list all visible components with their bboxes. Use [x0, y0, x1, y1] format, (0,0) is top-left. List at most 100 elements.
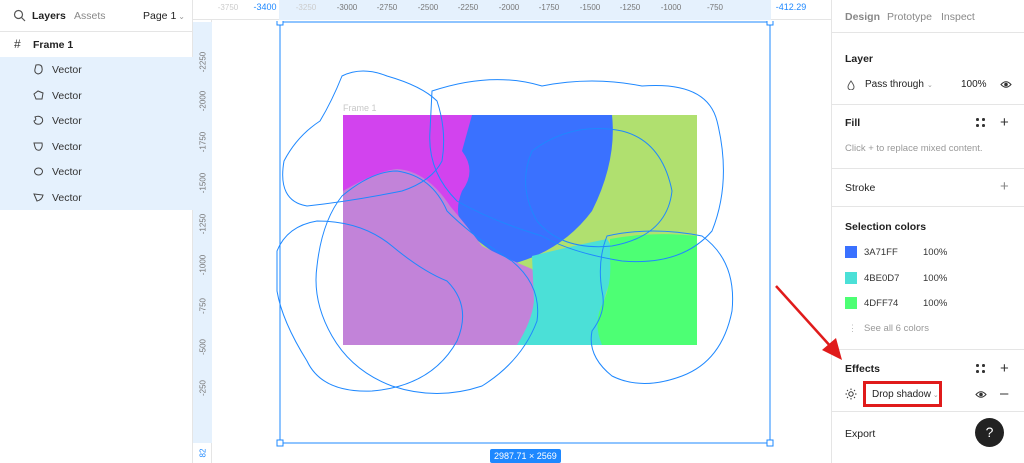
chevron-down-icon: ⌄	[926, 82, 933, 89]
fill-hint-text: Click + to replace mixed content.	[845, 143, 983, 154]
color-hex: 4BE0D7	[864, 273, 900, 284]
ruler-tick: -1250	[198, 213, 208, 235]
ruler-tick: -500	[198, 338, 208, 356]
layer-row-vector[interactable]: Vector	[0, 159, 193, 185]
ruler-tick: -1750	[198, 131, 208, 153]
layer-label: Vector	[52, 140, 82, 153]
color-hex: 3A71FF	[864, 247, 898, 258]
color-hex: 4DFF74	[864, 298, 899, 309]
vertical-ruler: -2250 -2000 -1750 -1500 -1250 -1000 -750…	[193, 20, 212, 463]
color-opacity: 100%	[923, 273, 948, 284]
tab-assets[interactable]: Assets	[74, 10, 106, 22]
ruler-tick: -1000	[660, 3, 682, 12]
chevron-down-icon: ⌄	[178, 12, 185, 21]
frame-1[interactable]	[343, 115, 697, 345]
design-canvas[interactable]: Frame 1 2987.71 × 2569	[212, 21, 831, 463]
layer-row-frame[interactable]: # Frame 1	[0, 33, 193, 57]
search-icon[interactable]	[13, 9, 27, 23]
style-grid-icon[interactable]	[976, 364, 985, 373]
style-grid-icon[interactable]	[976, 118, 985, 127]
layers-panel: Layers Assets Page 1 ⌄ # Frame 1 Vector V…	[0, 0, 193, 463]
resize-handle-bottom-left[interactable]	[276, 439, 284, 447]
selection-size-badge: 2987.71 × 2569	[490, 449, 561, 463]
layer-opacity-input[interactable]: 100%	[961, 79, 987, 90]
ruler-tick-selection-end: -412.29	[775, 2, 807, 12]
chevron-down-icon: ⌄	[932, 392, 939, 399]
export-section-title: Export	[845, 428, 876, 440]
blend-mode-dropdown[interactable]: Pass through ⌄	[865, 79, 933, 90]
ruler-tick: -250	[198, 379, 208, 397]
fill-section-title: Fill	[845, 117, 861, 129]
ruler-tick: -1500	[579, 3, 601, 12]
layer-row-vector[interactable]: Vector	[0, 108, 193, 134]
add-fill-button[interactable]: +	[1000, 115, 1009, 130]
effect-type-dropdown[interactable]: Drop shadow ⌄	[872, 389, 939, 400]
visibility-eye-icon[interactable]	[975, 390, 987, 399]
visibility-eye-icon[interactable]	[1000, 80, 1012, 89]
fill-section: Fill + Click + to replace mixed content.	[832, 105, 1024, 169]
ruler-tick: -750	[198, 297, 208, 315]
vector-icon	[33, 89, 44, 99]
layer-label: Vector	[52, 191, 82, 204]
add-effect-button[interactable]: +	[1000, 361, 1009, 376]
help-button[interactable]: ?	[975, 418, 1004, 447]
color-opacity: 100%	[923, 298, 948, 309]
ruler-tick: -3000	[336, 3, 358, 12]
horizontal-ruler: -3750 -3400 -3250 -3000 -2750 -2500 -225…	[193, 0, 831, 20]
frame-layer-label: Frame 1	[33, 39, 74, 51]
layer-row-vector[interactable]: Vector	[0, 57, 193, 83]
selection-colors-title: Selection colors	[845, 221, 927, 233]
layer-row-vector[interactable]: Vector	[0, 83, 193, 109]
blend-mode-label: Pass through	[865, 79, 924, 90]
layer-section: Layer Pass through ⌄ 100%	[832, 33, 1024, 105]
blend-drop-icon	[847, 80, 855, 90]
add-stroke-button[interactable]: +	[1000, 179, 1009, 194]
resize-handle-top-right[interactable]	[766, 21, 774, 26]
ruler-tick: -1750	[538, 3, 560, 12]
ruler-tick: -3750	[217, 3, 239, 12]
page-selector[interactable]: Page 1 ⌄	[143, 10, 185, 22]
ruler-tick: -1000	[198, 254, 208, 276]
vector-icon	[33, 115, 44, 125]
ruler-tick: -2000	[498, 3, 520, 12]
ruler-tick: -2500	[417, 3, 439, 12]
annotation-arrow	[775, 285, 842, 360]
effect-settings-sun-icon[interactable]	[845, 388, 857, 400]
tab-layers[interactable]: Layers	[32, 10, 66, 22]
ruler-tick: -2750	[376, 3, 398, 12]
bright-green-fill-shape[interactable]	[597, 234, 697, 345]
ruler-tick: -2250	[457, 3, 479, 12]
effect-type-label: Drop shadow	[872, 389, 931, 400]
ruler-tick: -2250	[198, 51, 208, 73]
layer-row-vector[interactable]: Vector	[0, 134, 193, 160]
layer-row-vector[interactable]: Vector	[0, 185, 193, 211]
layer-section-title: Layer	[845, 53, 874, 65]
frame-icon: #	[14, 37, 21, 51]
layers-panel-header: Layers Assets Page 1 ⌄	[0, 0, 193, 32]
ruler-tick: -750	[706, 3, 724, 12]
ruler-tick: -1500	[198, 172, 208, 194]
effects-section-title: Effects	[845, 363, 881, 375]
stroke-section-title: Stroke	[845, 182, 876, 194]
vector-icon	[34, 167, 43, 176]
tab-inspect[interactable]: Inspect	[941, 11, 975, 23]
resize-handle-bottom-right[interactable]	[766, 439, 774, 447]
effect-type-highlight: Drop shadow ⌄	[863, 381, 942, 407]
vector-icon	[34, 64, 43, 75]
vector-layer-list: Vector Vector Vector Vector Vector Vecto…	[0, 57, 193, 210]
ruler-tick-selection-end: 82	[198, 448, 208, 458]
resize-handle-top-left[interactable]	[276, 21, 284, 26]
color-swatch[interactable]	[845, 246, 857, 258]
design-panel-tabs: Design Prototype Inspect	[832, 0, 1024, 33]
tab-design[interactable]: Design	[845, 11, 880, 23]
frame-title-label: Frame 1	[343, 103, 377, 113]
layer-label: Vector	[52, 166, 82, 178]
see-all-colors-link[interactable]: See all 6 colors	[864, 323, 929, 334]
vector-icon	[33, 142, 43, 151]
stroke-section: Stroke +	[832, 169, 1024, 207]
canvas-artwork: Frame 1	[276, 21, 774, 447]
tab-prototype[interactable]: Prototype	[887, 11, 932, 23]
selection-colors-section: Selection colors 3A71FF 100% 4BE0D7 100%…	[832, 207, 1024, 350]
remove-effect-button[interactable]: –	[1000, 386, 1008, 401]
vector-icon	[33, 192, 44, 202]
